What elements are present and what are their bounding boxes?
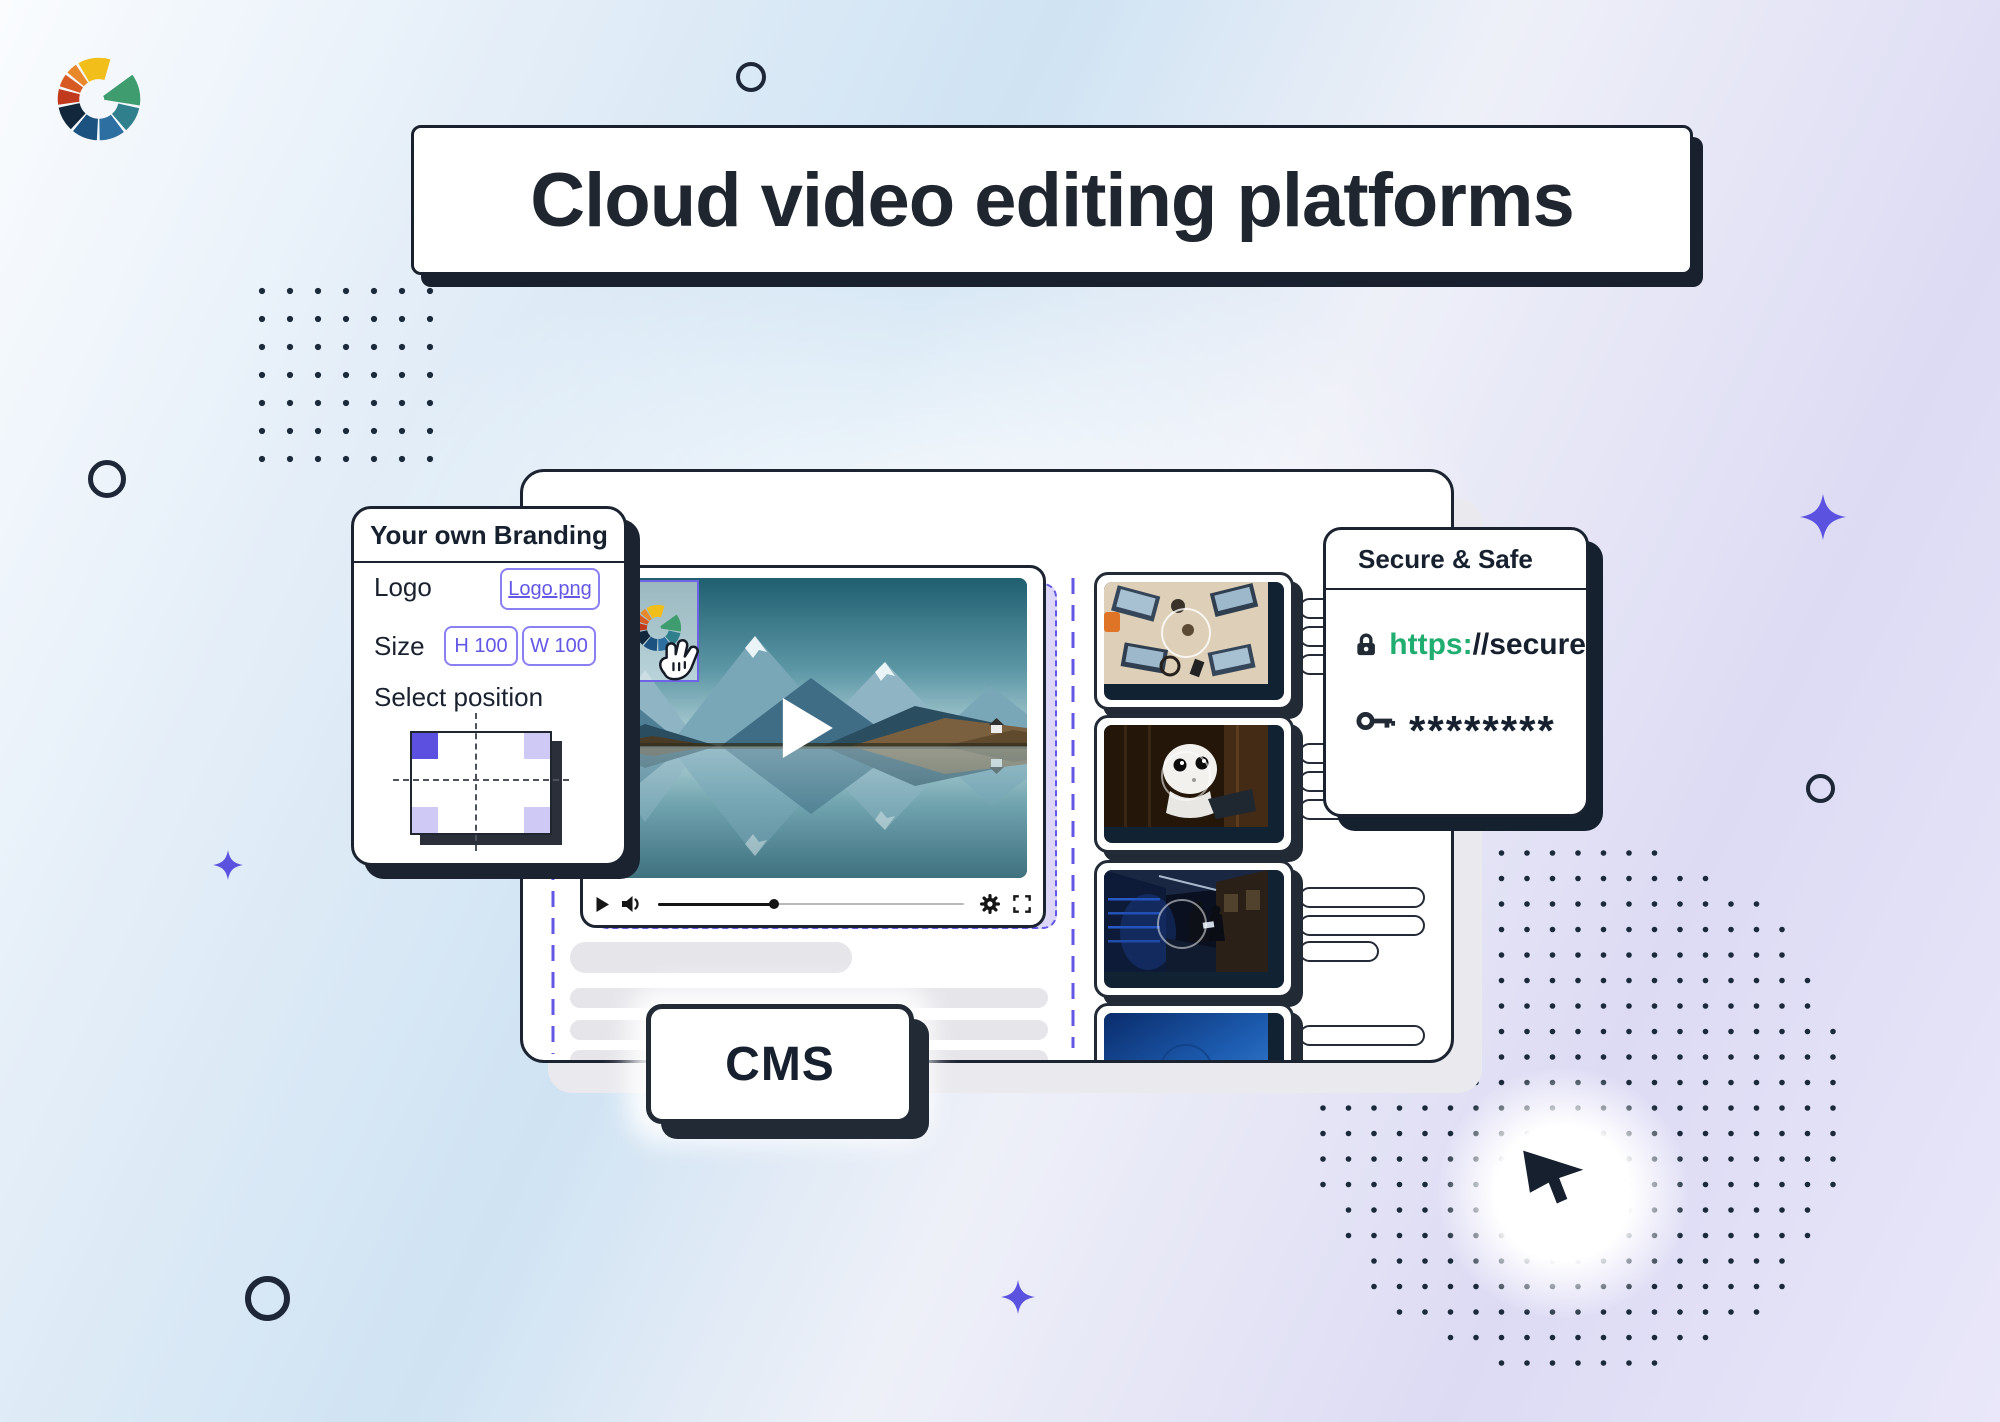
video-frame-mountain-lake: [593, 578, 1027, 878]
lock-icon: [1356, 628, 1376, 662]
progress-played: [658, 903, 774, 906]
select-position-label: Select position: [374, 682, 543, 713]
branding-panel: Your own Branding Logo Logo.png Size H 1…: [351, 506, 627, 866]
video-thumbnail-robot[interactable]: [1094, 715, 1294, 853]
ring-decoration: [88, 460, 126, 498]
sparkle-icon: [1001, 1280, 1035, 1314]
video-player[interactable]: [580, 565, 1046, 928]
video-thumbnail-blue-abstract[interactable]: [1094, 1003, 1294, 1063]
ring-decoration: [1806, 774, 1835, 803]
width-field[interactable]: W 100: [522, 626, 596, 666]
text-skeleton-outline: [1299, 887, 1425, 908]
text-skeleton-outline: [1299, 941, 1379, 962]
ring-decoration: [736, 62, 766, 92]
illustration-canvas: Cloud video editing platforms: [0, 0, 2000, 1422]
key-icon: [1356, 708, 1396, 734]
secure-url: https://secure: [1389, 628, 1586, 662]
position-top-right[interactable]: [524, 733, 550, 759]
url-scheme: https:: [1389, 628, 1472, 661]
fullscreen-icon[interactable]: [1013, 895, 1031, 913]
url-rest: //secure: [1473, 628, 1586, 661]
security-panel: Secure & Safe https://secure ********: [1323, 527, 1589, 817]
ring-decoration: [245, 1276, 290, 1321]
progress-knob[interactable]: [769, 899, 779, 909]
text-skeleton-outline: [1299, 915, 1425, 936]
video-thumbnail-team-desk[interactable]: [1094, 572, 1294, 710]
text-skeleton-outline: [1299, 1025, 1425, 1046]
height-field[interactable]: H 100: [444, 626, 518, 666]
security-panel-title: Secure & Safe: [1326, 530, 1586, 590]
cms-window: [520, 469, 1454, 1063]
crosshair-vertical: [475, 713, 477, 851]
cms-badge-label: CMS: [725, 1037, 835, 1092]
color-wheel-logo: [56, 56, 142, 142]
crosshair-horizontal: [393, 779, 569, 781]
text-skeleton: [570, 942, 852, 973]
play-icon[interactable]: [595, 896, 610, 913]
logo-label: Logo: [374, 572, 432, 603]
video-controls-bar: [595, 888, 1031, 920]
sparkle-icon: [1800, 494, 1846, 540]
sparkle-icon: [213, 850, 243, 880]
position-selector[interactable]: [410, 731, 552, 835]
settings-icon[interactable]: [980, 894, 1000, 914]
arrow-cursor: [1517, 1141, 1597, 1214]
play-button[interactable]: [781, 696, 835, 760]
page-title-banner: Cloud video editing platforms: [411, 125, 1693, 275]
cms-badge: CMS: [646, 1004, 914, 1124]
video-thumbnail-server-corridor[interactable]: [1094, 860, 1294, 998]
hand-grab-cursor: [653, 636, 703, 686]
size-label: Size: [374, 631, 425, 662]
page-title: Cloud video editing platforms: [530, 157, 1573, 244]
branding-panel-title: Your own Branding: [354, 509, 624, 563]
position-bottom-right[interactable]: [524, 807, 550, 833]
volume-icon[interactable]: [621, 895, 642, 913]
position-top-left-selected[interactable]: [412, 733, 438, 759]
progress-bar[interactable]: [658, 898, 964, 910]
logo-file-button[interactable]: Logo.png: [500, 568, 600, 610]
position-bottom-left[interactable]: [412, 807, 438, 833]
